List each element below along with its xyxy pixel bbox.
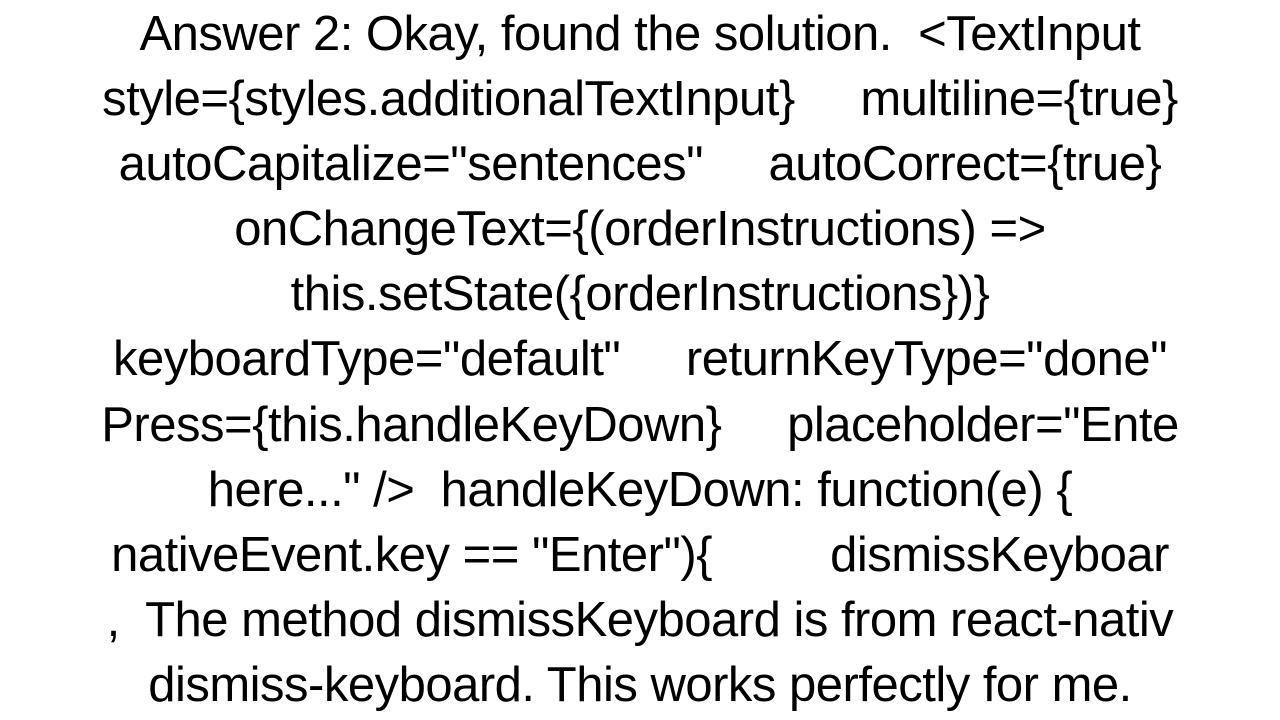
answer-text-block: Answer 2: Okay, found the solution. <Tex…: [0, 2, 1280, 719]
